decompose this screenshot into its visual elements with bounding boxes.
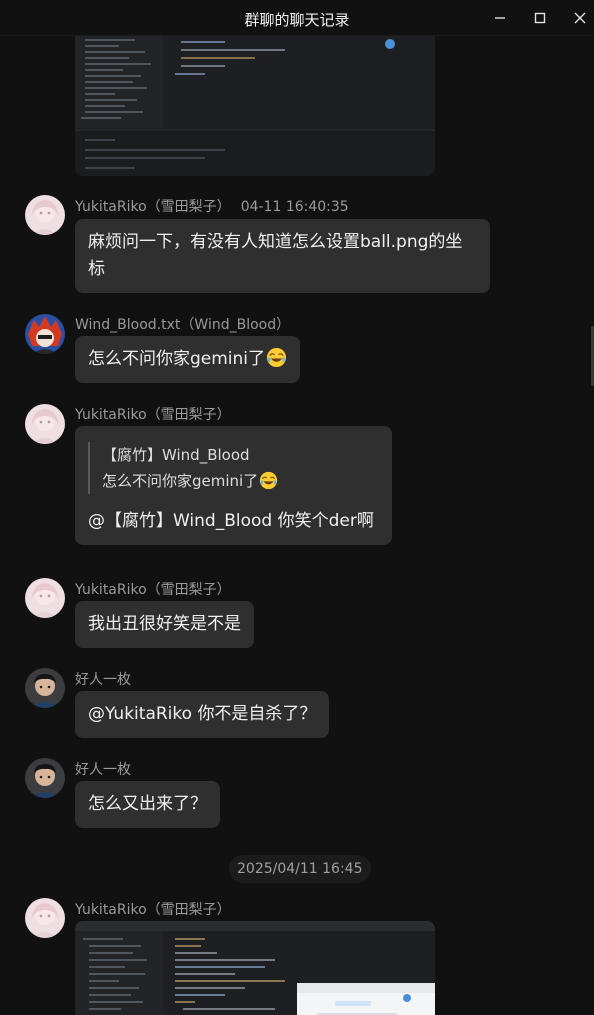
avatar-haoren[interactable] — [25, 668, 65, 708]
sender-name: YukitaRiko（雪田梨子） 04-11 16:40:35 — [75, 196, 349, 216]
avatar-yukitariko[interactable] — [25, 898, 65, 938]
quoted-text: 怎么不问你家gemini了 — [102, 472, 259, 490]
sender-name: 好人一枚 — [75, 669, 131, 689]
sender-name: YukitaRiko（雪田梨子） — [75, 899, 231, 919]
chat-history[interactable]: YukitaRiko（雪田梨子） 04-11 16:40:35 麻烦问一下，有没有… — [0, 36, 594, 1015]
sender-name: YukitaRiko（雪田梨子） — [75, 579, 231, 599]
sender-name-text: YukitaRiko（雪田梨子） — [75, 407, 231, 423]
message-text: @YukitaRiko 你不是自杀了？ — [88, 704, 317, 724]
sender-name-text: 好人一枚 — [75, 672, 131, 688]
message-text: @【腐竹】Wind_Blood 你笑个der啊 — [88, 511, 374, 531]
minimize-icon[interactable] — [488, 6, 512, 30]
image-message-code-screenshot[interactable] — [75, 36, 435, 176]
sender-name: YukitaRiko（雪田梨子） — [75, 404, 231, 424]
message-timestamp: 04-11 16:40:35 — [240, 199, 349, 215]
avatar-wind-blood[interactable] — [25, 314, 65, 354]
message-bubble[interactable]: @YukitaRiko 你不是自杀了？ — [75, 691, 330, 738]
date-separator: 2025/04/11 16:45 — [229, 855, 371, 883]
sender-name-text: Wind_Blood.txt（Wind_Blood） — [75, 317, 291, 333]
message-bubble[interactable]: 麻烦问一下，有没有人知道怎么设置ball.png的坐 标 — [75, 219, 490, 293]
message-bubble[interactable]: 怎么不问你家gemini了 — [75, 336, 301, 383]
sender-name-text: YukitaRiko（雪田梨子） — [75, 902, 231, 918]
message-text: 怎么又出来了？ — [88, 794, 207, 814]
sender-name-text: YukitaRiko（雪田梨子） — [75, 199, 231, 215]
joy-emoji-icon — [266, 347, 287, 368]
avatar-yukitariko[interactable] — [25, 404, 65, 444]
maximize-icon[interactable] — [528, 6, 552, 30]
joy-emoji-icon — [259, 471, 278, 490]
avatar-yukitariko[interactable] — [25, 195, 65, 235]
message-text: 我出丑很好笑是不是 — [88, 614, 241, 634]
sender-name-text: 好人一枚 — [75, 762, 131, 778]
close-icon[interactable] — [568, 6, 592, 30]
title-bar: 群聊的聊天记录 — [0, 0, 594, 36]
image-message-ide-screenshot[interactable] — [75, 921, 435, 1015]
message-text-line: 标 — [88, 259, 105, 279]
message-text-line: 麻烦问一下，有没有人知道怎么设置ball.png的坐 — [88, 232, 463, 252]
avatar-haoren[interactable] — [25, 758, 65, 798]
quoted-author: 【腐竹】Wind_Blood — [102, 446, 250, 464]
sender-name-text: YukitaRiko（雪田梨子） — [75, 582, 231, 598]
quoted-message[interactable]: 【腐竹】Wind_Blood 怎么不问你家gemini了 — [88, 442, 379, 494]
sender-name: Wind_Blood.txt（Wind_Blood） — [75, 314, 290, 334]
message-bubble[interactable]: 我出丑很好笑是不是 — [75, 601, 254, 648]
message-text: 怎么不问你家gemini了 — [88, 349, 266, 369]
message-bubble[interactable]: 怎么又出来了？ — [75, 781, 220, 828]
message-bubble-reply[interactable]: 【腐竹】Wind_Blood 怎么不问你家gemini了 @【腐竹】Wind_B… — [75, 426, 392, 545]
sender-name: 好人一枚 — [75, 759, 131, 779]
avatar-yukitariko[interactable] — [25, 578, 65, 618]
